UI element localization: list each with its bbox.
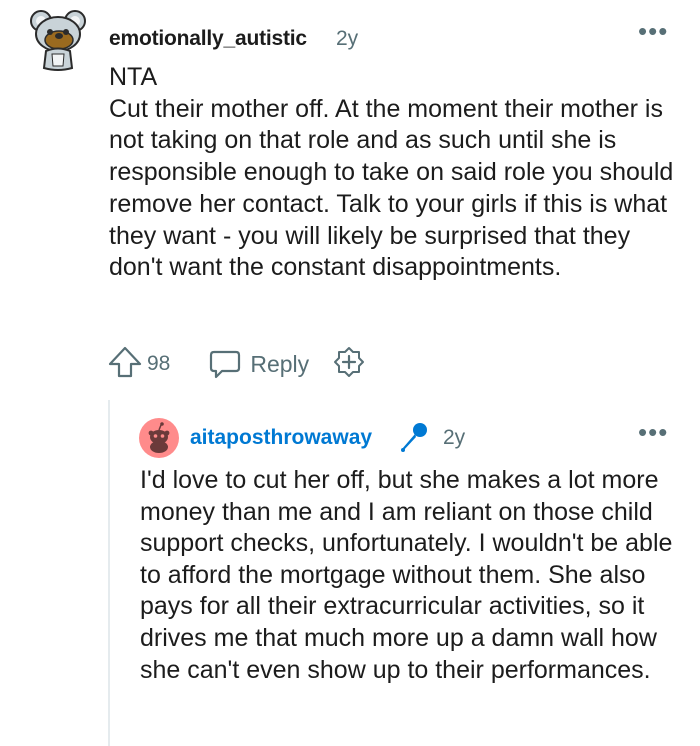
- reply-body-text: I'd love to cut her off, but she makes a…: [140, 466, 673, 684]
- comment-body: NTA Cut their mother off. At the moment …: [109, 62, 679, 284]
- reply-label: Reply: [250, 350, 310, 377]
- comment-age[interactable]: 2y: [336, 27, 358, 51]
- comment-author[interactable]: emotionally_autistic: [109, 27, 307, 51]
- upvote-arrow-icon: [108, 346, 142, 377]
- comment-actions: 98 Reply: [107, 344, 365, 384]
- microphone-icon: [401, 423, 427, 452]
- comment-thread: emotionally_autistic 2y ••• NTA Cut thei…: [0, 0, 700, 746]
- thread-line[interactable]: [108, 400, 110, 746]
- reply-author[interactable]: aitaposthrowaway: [190, 426, 372, 450]
- snoo-koala-avatar-icon: [30, 10, 86, 71]
- reply-bubble-icon: [210, 350, 241, 379]
- award-button[interactable]: [333, 346, 365, 383]
- reply-avatar[interactable]: [139, 418, 179, 458]
- op-badge: [396, 420, 430, 454]
- reply-body: I'd love to cut her off, but she makes a…: [140, 465, 685, 686]
- award-plus-icon: [334, 346, 365, 377]
- comment-body-line: NTA: [109, 63, 158, 91]
- reply-button[interactable]: Reply: [208, 348, 309, 380]
- more-options-button[interactable]: •••: [638, 18, 668, 50]
- user-avatar[interactable]: [28, 6, 88, 72]
- more-options-button[interactable]: •••: [638, 419, 668, 451]
- vote-score: 98: [147, 352, 171, 375]
- upvote-button[interactable]: [107, 344, 143, 385]
- comment-body-line: Cut their mother off. At the moment thei…: [109, 94, 674, 282]
- default-snoo-avatar-icon: [139, 418, 179, 458]
- reply-age[interactable]: 2y: [443, 426, 465, 450]
